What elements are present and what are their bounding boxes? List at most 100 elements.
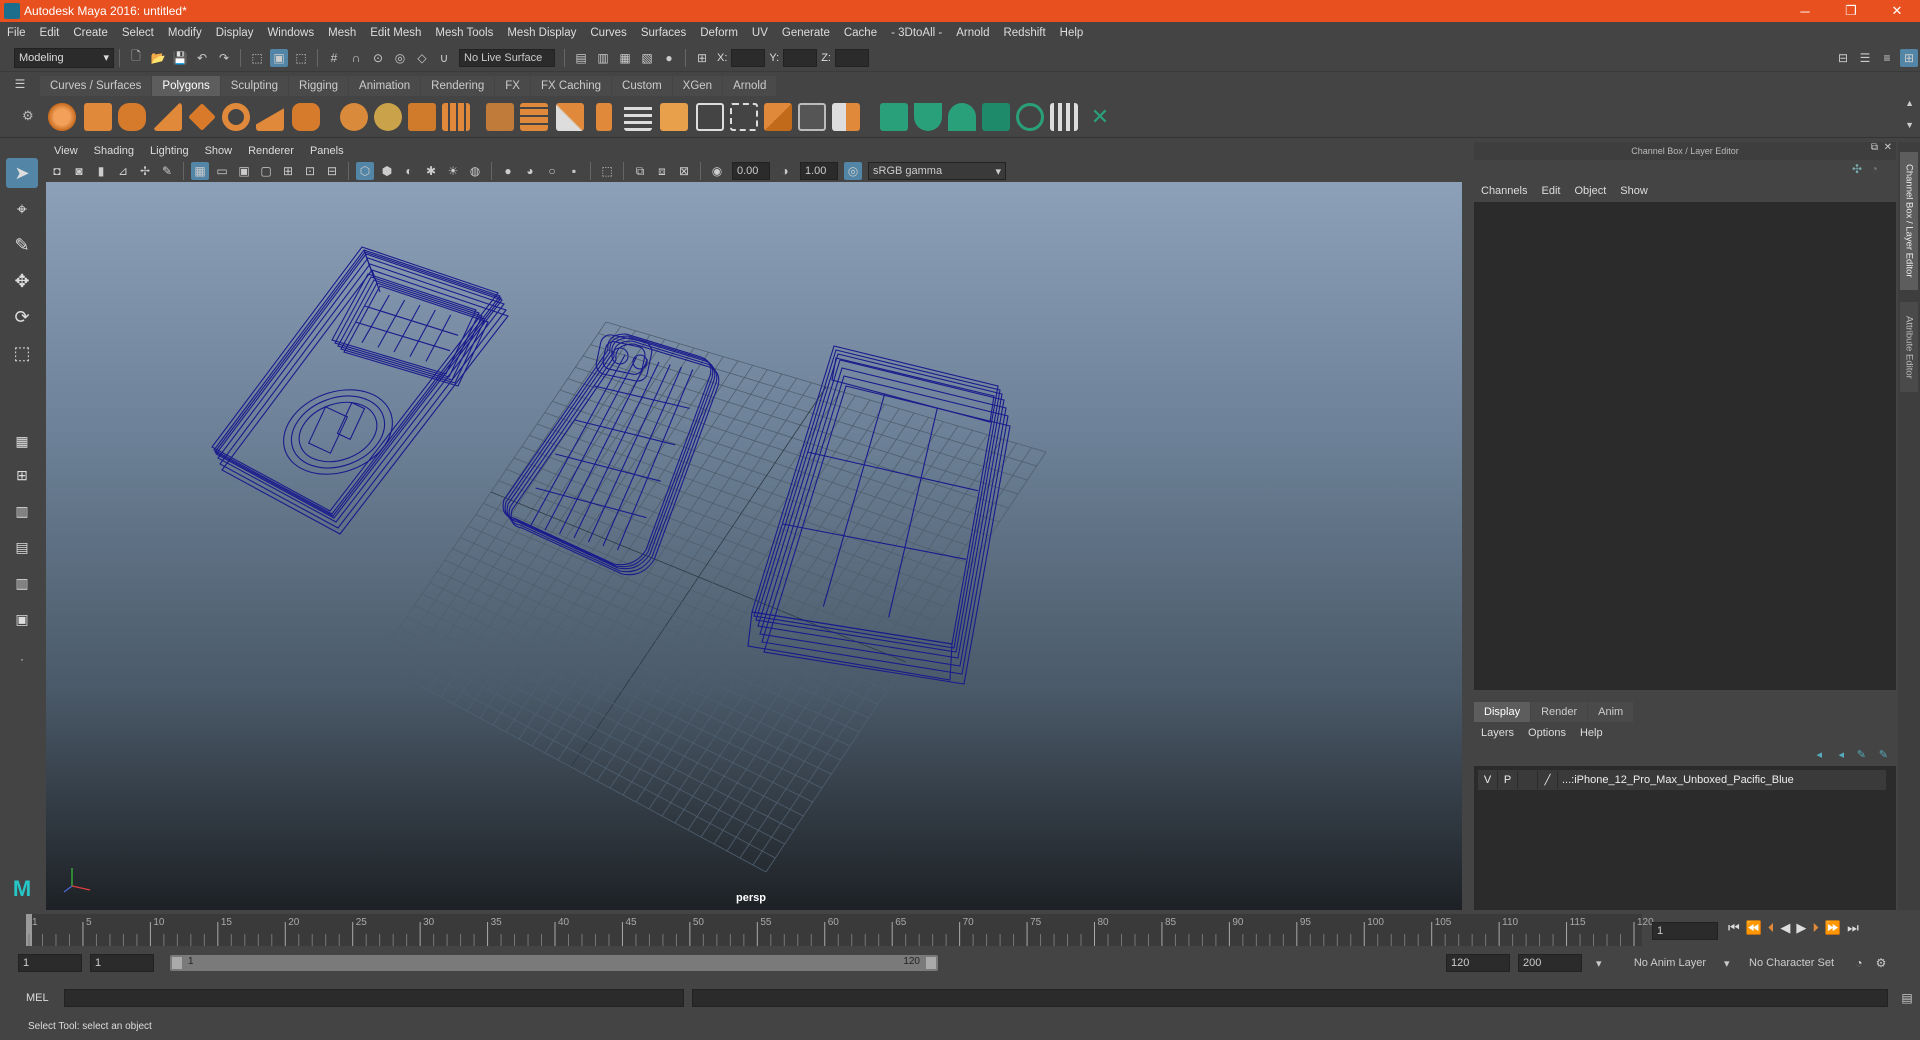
- safe-title-icon[interactable]: ⊟: [323, 162, 341, 180]
- live-surface-field[interactable]: No Live Surface: [459, 48, 555, 67]
- move-layer-down-icon[interactable]: ◂: [1838, 748, 1844, 761]
- xray-joints-icon[interactable]: ⧈: [653, 162, 671, 180]
- tab-rigging[interactable]: Rigging: [289, 76, 349, 96]
- cb-menu-show[interactable]: Show: [1613, 185, 1655, 197]
- smooth-shade-icon[interactable]: ⬢: [378, 162, 396, 180]
- workspace-icon[interactable]: ⊟: [1834, 49, 1852, 67]
- snap-curve-icon[interactable]: ∩: [347, 49, 365, 67]
- shelf-gear-icon[interactable]: ⚙: [22, 108, 34, 124]
- redo-icon[interactable]: ↷: [215, 49, 233, 67]
- vp-menu-lighting[interactable]: Lighting: [142, 145, 197, 157]
- wireframe-icon[interactable]: ⬡: [356, 162, 374, 180]
- bookmark-icon[interactable]: ▮: [92, 162, 110, 180]
- play-backward-icon[interactable]: ◀: [1780, 920, 1790, 936]
- color-space-dropdown[interactable]: sRGB gamma ▾: [868, 162, 1006, 180]
- char-set-dropdown[interactable]: ▾ No Character Set: [1720, 954, 1838, 972]
- y-field[interactable]: [783, 48, 818, 67]
- vp-menu-panels[interactable]: Panels: [302, 145, 352, 157]
- poly-pyramid-icon[interactable]: [256, 103, 284, 131]
- select-tool-icon[interactable]: ➤: [6, 158, 38, 188]
- close-panel-icon[interactable]: ✕: [1884, 142, 1892, 153]
- tab-anim[interactable]: Anim: [1588, 702, 1634, 722]
- magnet-icon[interactable]: ∪: [435, 49, 453, 67]
- auto-key-icon[interactable]: ◔: [1850, 954, 1868, 972]
- hypershade-icon[interactable]: ●: [660, 49, 678, 67]
- lasso-tool-icon[interactable]: ⌖: [6, 194, 38, 224]
- playback-start-field[interactable]: 1: [90, 954, 154, 972]
- menu-3dtoall[interactable]: - 3DtoAll -: [884, 27, 949, 39]
- bevel-icon[interactable]: [486, 103, 514, 131]
- image-plane-icon[interactable]: ⊿: [114, 162, 132, 180]
- uv-planar-icon[interactable]: [880, 103, 908, 131]
- poly-pipe-icon[interactable]: [292, 103, 320, 131]
- grease-pencil-icon[interactable]: ✎: [158, 162, 176, 180]
- select-object-icon[interactable]: ▣: [270, 48, 288, 67]
- layer-row[interactable]: V P ╱ ...:iPhone_12_Pro_Max_Unboxed_Paci…: [1478, 770, 1886, 790]
- cb-menu-object[interactable]: Object: [1567, 185, 1613, 197]
- layer-playback-toggle[interactable]: P: [1498, 771, 1518, 789]
- attribute-editor-icon[interactable]: ≡: [1878, 49, 1896, 67]
- rotate-tool-icon[interactable]: ⟳: [6, 302, 38, 332]
- current-frame-field[interactable]: 1: [1652, 922, 1718, 940]
- shelf-scroll-up-icon[interactable]: ▲: [1905, 98, 1914, 108]
- offset-edge-loop-icon[interactable]: [730, 103, 758, 131]
- move-tool-icon[interactable]: ✥: [6, 266, 38, 296]
- channel-box-icon[interactable]: ⊞: [1900, 48, 1918, 67]
- time-slider[interactable]: 1 5 10 15 20 25 30 35 40 45 50 55 60 65 70 75 80 85 90 95 10…: [0, 914, 1920, 946]
- step-back-key-icon[interactable]: ⏴: [1768, 920, 1775, 936]
- tab-fx-caching[interactable]: FX Caching: [530, 76, 612, 96]
- vp-menu-shading[interactable]: Shading: [86, 145, 142, 157]
- transform-field-icon[interactable]: ⊞: [693, 49, 711, 67]
- animation-prefs-icon[interactable]: ⚙: [1872, 954, 1890, 972]
- select-hierarchy-icon[interactable]: ⬚: [248, 49, 266, 67]
- isolate-select-icon[interactable]: ⬚: [598, 162, 616, 180]
- menu-mesh-display[interactable]: Mesh Display: [500, 27, 583, 39]
- step-forward-key-icon[interactable]: ⏵: [1812, 920, 1819, 936]
- xray-icon[interactable]: ⧉: [631, 162, 649, 180]
- snap-grid-icon[interactable]: #: [325, 49, 343, 67]
- target-weld-icon[interactable]: [660, 103, 688, 131]
- go-to-end-icon[interactable]: ⏭: [1847, 920, 1859, 936]
- step-forward-icon[interactable]: ⏩: [1825, 920, 1841, 936]
- anti-alias-icon[interactable]: ○: [543, 162, 561, 180]
- render-frame-icon[interactable]: ▥: [594, 49, 612, 67]
- gamma-field[interactable]: 1.00: [800, 162, 838, 180]
- render-view-icon[interactable]: ▤: [572, 49, 590, 67]
- le-menu-help[interactable]: Help: [1573, 727, 1610, 739]
- extrude-icon[interactable]: [520, 103, 548, 131]
- scale-tool-icon[interactable]: ⬚: [6, 338, 38, 368]
- motion-blur-icon[interactable]: ◕: [521, 162, 539, 180]
- ipr-render-icon[interactable]: ▦: [616, 49, 634, 67]
- uv-spherical-icon[interactable]: [948, 103, 976, 131]
- mode-dropdown[interactable]: Modeling ▾: [14, 47, 114, 68]
- go-to-start-icon[interactable]: ⏮: [1728, 920, 1740, 936]
- menu-curves[interactable]: Curves: [583, 27, 633, 39]
- range-slider[interactable]: 1 120: [170, 955, 938, 971]
- xray-components-icon[interactable]: ⊠: [675, 162, 693, 180]
- step-back-icon[interactable]: ⏪: [1746, 920, 1762, 936]
- menu-help[interactable]: Help: [1053, 27, 1091, 39]
- menu-mesh[interactable]: Mesh: [321, 27, 363, 39]
- vp-menu-show[interactable]: Show: [197, 145, 241, 157]
- lights-icon[interactable]: ☀: [444, 162, 462, 180]
- uv-layout-icon[interactable]: ✕: [1086, 103, 1114, 131]
- end-time-field[interactable]: 200: [1518, 954, 1582, 972]
- tab-channel-box-layer-editor[interactable]: Channel Box / Layer Editor: [1900, 152, 1918, 290]
- modeling-toolkit-icon[interactable]: ☰: [1856, 49, 1874, 67]
- channel-box-body[interactable]: [1474, 202, 1896, 690]
- new-empty-layer-icon[interactable]: ✎: [1857, 748, 1866, 761]
- uv-unfold-icon[interactable]: [1016, 103, 1044, 131]
- smooth-icon[interactable]: [442, 103, 470, 131]
- field-chart-icon[interactable]: ⊞: [279, 162, 297, 180]
- shelf-menu-icon[interactable]: ☰: [0, 77, 40, 91]
- speed-icon[interactable]: ◔: [1871, 162, 1878, 176]
- snap-point-icon[interactable]: ⊙: [369, 49, 387, 67]
- close-button[interactable]: ✕: [1874, 0, 1920, 22]
- menu-arnold[interactable]: Arnold: [949, 27, 996, 39]
- tab-sculpting[interactable]: Sculpting: [220, 76, 289, 96]
- le-menu-options[interactable]: Options: [1521, 727, 1573, 739]
- menu-surfaces[interactable]: Surfaces: [634, 27, 693, 39]
- insert-edge-loop-icon[interactable]: [696, 103, 724, 131]
- manipulator-icon[interactable]: ✣: [1852, 162, 1862, 176]
- range-end-handle[interactable]: [926, 957, 936, 969]
